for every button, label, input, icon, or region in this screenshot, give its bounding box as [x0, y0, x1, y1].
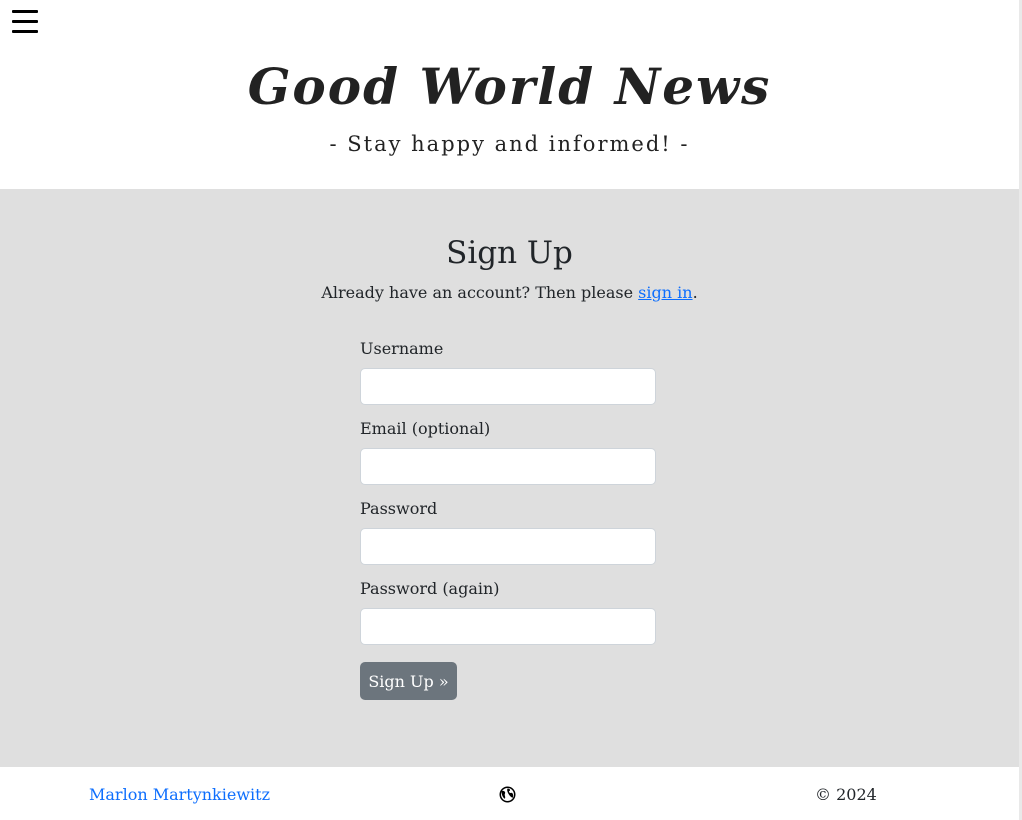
signin-note-prefix: Already have an account? Then please: [321, 283, 639, 302]
signin-link[interactable]: sign in: [638, 283, 692, 302]
signin-note-suffix: .: [692, 283, 698, 302]
password-input[interactable]: [360, 528, 656, 565]
email-field-group: Email (optional): [360, 419, 656, 485]
signup-section: Sign Up Already have an account? Then pl…: [0, 189, 1019, 767]
footer-author-link[interactable]: Marlon Martynkiewitz: [89, 785, 270, 804]
signup-submit-button[interactable]: Sign Up »: [360, 662, 457, 700]
password-field-group: Password: [360, 499, 656, 565]
username-input[interactable]: [360, 368, 656, 405]
hamburger-menu-icon[interactable]: [12, 10, 38, 33]
site-title[interactable]: Good World News: [0, 0, 1019, 118]
site-header: Good World News - Stay happy and informe…: [0, 0, 1019, 189]
password-again-field-group: Password (again): [360, 579, 656, 645]
site-footer: Marlon Martynkiewitz © 2024: [0, 767, 1019, 820]
password-again-label: Password (again): [360, 579, 500, 598]
signin-note: Already have an account? Then please sig…: [0, 283, 1019, 302]
username-field-group: Username: [360, 339, 656, 405]
email-label: Email (optional): [360, 419, 491, 438]
signup-form: Username Email (optional) Password Passw…: [360, 339, 656, 700]
email-input[interactable]: [360, 448, 656, 485]
site-tagline: - Stay happy and informed! -: [329, 132, 690, 156]
username-label: Username: [360, 339, 444, 358]
page-title: Sign Up: [446, 235, 573, 271]
copyright-text: © 2024: [815, 785, 877, 804]
password-again-input[interactable]: [360, 608, 656, 645]
password-label: Password: [360, 499, 438, 518]
globe-icon: [499, 786, 516, 803]
